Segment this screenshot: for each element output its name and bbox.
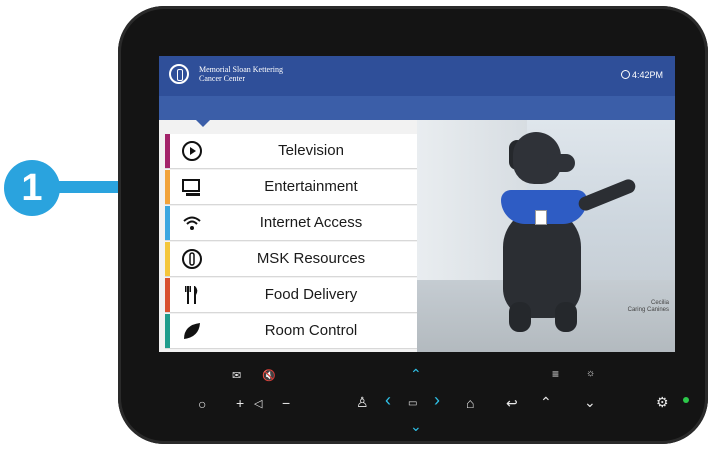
menu-item-label: Internet Access [259, 214, 363, 231]
mute-icon[interactable]: 🔇 [262, 368, 276, 384]
featured-photo: Cecilia Caring Canines [417, 120, 675, 352]
menu-item-room-control[interactable]: Room Control [165, 314, 417, 349]
dpad-up-icon[interactable]: ⌃ [410, 366, 422, 382]
clock: 4:42PM [620, 70, 663, 80]
sub-header-bar [159, 96, 675, 120]
media-player-icon [181, 176, 203, 198]
wifi-icon [181, 212, 203, 234]
volume-up-icon[interactable]: + [236, 395, 244, 411]
leaf-icon [181, 320, 203, 342]
org-name: Memorial Sloan Kettering Cancer Center [199, 65, 283, 83]
photo-caption-line2: Caring Canines [627, 307, 669, 313]
menu-item-label: MSK Resources [256, 250, 366, 267]
menu-item-label: Television [278, 142, 344, 159]
photo-caption: Cecilia Caring Canines [628, 300, 669, 314]
back-icon[interactable]: ↩ [506, 395, 518, 411]
dog-leg [555, 302, 577, 332]
volume-speaker-icon: ◁ [254, 398, 263, 410]
menu-item-accent [165, 242, 170, 276]
nurse-call-icon[interactable]: ♙ [356, 394, 369, 410]
volume-down-icon[interactable]: − [282, 395, 290, 411]
menu-pointer [195, 119, 211, 127]
org-name-line2: Cancer Center [199, 74, 245, 83]
power-button-icon[interactable]: ○ [198, 396, 206, 412]
menu-item-msk-resources[interactable]: MSK Resources [165, 242, 417, 277]
dog-raised-paw [576, 177, 638, 213]
clock-time: 4:42PM [631, 70, 663, 80]
org-name-line1: Memorial Sloan Kettering [199, 65, 283, 74]
mail-icon[interactable]: ✉ [232, 368, 241, 384]
msk-logo-icon [169, 64, 189, 84]
menu-item-food-delivery[interactable]: Food Delivery [165, 278, 417, 313]
menu-item-entertainment[interactable]: Entertainment [165, 170, 417, 205]
dpad-ok-button[interactable]: ▭ [408, 396, 417, 412]
menu-item-accent [165, 314, 170, 348]
callout-number-badge: 1 [4, 160, 60, 216]
menu-item-accent [165, 206, 170, 240]
fork-knife-icon [181, 284, 203, 306]
dog-id-tag [535, 210, 547, 225]
channel-down-icon[interactable]: ⌄ [584, 394, 596, 410]
menu-item-accent [165, 170, 170, 204]
callout-arrow-shaft [56, 181, 120, 193]
status-led [683, 397, 689, 403]
home-icon[interactable]: ⌂ [466, 395, 474, 411]
dpad-down-icon[interactable]: ⌄ [410, 418, 422, 434]
photo-caption-line1: Cecilia [650, 300, 669, 306]
menu-item-accent [165, 134, 170, 168]
menu-item-label: Entertainment [264, 178, 358, 195]
menu-lines-icon[interactable]: ≡ [552, 366, 559, 382]
settings-gear-icon[interactable]: ⚙ [656, 394, 669, 410]
dpad-left-icon[interactable]: ‹ [385, 391, 391, 409]
dog-snout [547, 154, 575, 172]
menu-item-television[interactable]: Television [165, 134, 417, 169]
menu-item-accent [165, 278, 170, 312]
dog-leg [509, 302, 531, 332]
header-bar: Memorial Sloan Kettering Cancer Center 4… [159, 56, 675, 96]
dpad-right-icon[interactable]: › [434, 391, 440, 409]
screen: Memorial Sloan Kettering Cancer Center 4… [159, 56, 675, 352]
menu-item-label: Food Delivery [264, 286, 358, 303]
menu-item-label: Room Control [264, 322, 358, 339]
menu-item-internet-access[interactable]: Internet Access [165, 206, 417, 241]
light-icon[interactable]: ☼ [586, 366, 595, 382]
clock-icon [620, 70, 630, 79]
msk-logo-icon [181, 248, 203, 270]
play-circle-icon [181, 140, 203, 162]
main-menu: Television Entertainment Internet Access… [165, 134, 417, 350]
channel-up-icon[interactable]: ⌃ [540, 394, 552, 410]
